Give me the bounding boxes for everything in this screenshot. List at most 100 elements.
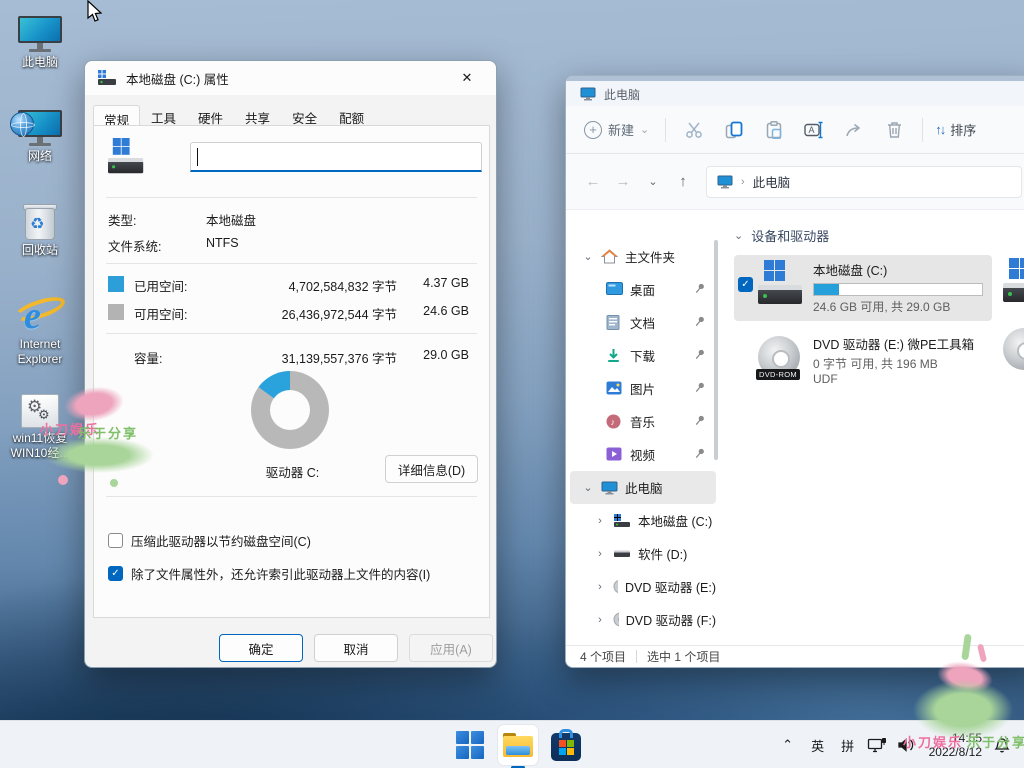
- explorer-tab-this-pc[interactable]: 此电脑: [566, 82, 654, 106]
- internet-explorer-icon: e: [2, 284, 78, 334]
- recent-locations-button[interactable]: ⌄: [638, 175, 668, 188]
- sidebar-item-label: 图片: [630, 379, 655, 398]
- sidebar-item-dvd-drive-e[interactable]: › DVD 驱动器 (E:): [570, 570, 716, 603]
- desktop-icon-this-pc[interactable]: 此电脑: [2, 10, 78, 70]
- forward-button[interactable]: →: [608, 173, 638, 190]
- sidebar-item-documents[interactable]: 文档: [570, 306, 716, 339]
- clock[interactable]: 14:55 2022/8/12: [925, 731, 986, 759]
- index-checkbox-row[interactable]: ✓ 除了文件属性外，还允许索引此驱动器上文件的内容(I): [108, 564, 430, 583]
- tray-time: 14:55: [929, 731, 982, 745]
- check-icon: ✓: [741, 280, 749, 290]
- share-button[interactable]: [834, 115, 874, 144]
- section-header-label: 设备和驱动器: [751, 226, 829, 245]
- explorer-window: 此电脑 + 新建 ⌄: [565, 75, 1024, 668]
- sidebar-scrollbar[interactable]: [714, 240, 718, 460]
- capacity-bytes: 31,139,557,376 字节: [282, 348, 397, 367]
- tray-date: 2022/8/12: [929, 745, 982, 759]
- chevron-right-icon[interactable]: ›: [594, 515, 606, 527]
- desktop-icon-win11-restore[interactable]: ⚙⚙ win11恢复 WIN10经...: [2, 386, 78, 461]
- delete-button[interactable]: [874, 115, 914, 144]
- rename-button[interactable]: A: [794, 115, 834, 145]
- back-button[interactable]: ←: [578, 173, 608, 190]
- apply-button[interactable]: 应用(A): [409, 634, 493, 662]
- notification-center-button[interactable]: z: [990, 732, 1016, 758]
- toolbar-separator: [922, 118, 923, 142]
- compress-checkbox-row[interactable]: 压缩此驱动器以节约磁盘空间(C): [108, 531, 311, 550]
- new-button[interactable]: + 新建 ⌄: [576, 114, 657, 145]
- home-icon: [601, 249, 618, 264]
- selected-checkbox[interactable]: ✓: [738, 277, 753, 292]
- sidebar-item-drive-d[interactable]: › 软件 (D:): [570, 537, 716, 570]
- chevron-down-icon: ⌄: [734, 229, 743, 242]
- sort-button[interactable]: ↑↓ 排序: [935, 120, 976, 139]
- system-drive-icon: [97, 70, 117, 86]
- drive-item-dvd-e[interactable]: DVD-ROM DVD 驱动器 (E:) 微PE工具箱 0 字节 可用, 共 1…: [734, 329, 992, 393]
- sidebar-item-label: 本地磁盘 (C:): [638, 511, 712, 530]
- chevron-right-icon[interactable]: ›: [594, 614, 606, 626]
- address-bar[interactable]: › 此电脑: [706, 166, 1022, 198]
- download-icon: [606, 348, 623, 363]
- cut-button[interactable]: [674, 115, 714, 145]
- chevron-right-icon[interactable]: ›: [594, 581, 606, 593]
- section-devices-and-drives[interactable]: ⌄ 设备和驱动器: [734, 226, 1024, 245]
- chevron-right-icon[interactable]: ›: [594, 548, 606, 560]
- dialog-titlebar[interactable]: 本地磁盘 (C:) 属性 ✕: [85, 61, 496, 95]
- sidebar-item-local-disk-c[interactable]: › 本地磁盘 (C:): [570, 504, 716, 537]
- details-button[interactable]: 详细信息(D): [385, 455, 478, 483]
- taskbar: ⌃ 英 拼 14:55 2022/8/12 z: [0, 720, 1024, 768]
- chevron-down-icon[interactable]: ⌄: [582, 481, 594, 494]
- close-button[interactable]: ✕: [450, 66, 484, 90]
- sidebar-item-music[interactable]: ♪ 音乐: [570, 405, 716, 438]
- free-space-swatch: [108, 304, 124, 320]
- system-drive-icon: [758, 260, 804, 306]
- index-checkbox-label: 除了文件属性外，还允许索引此驱动器上文件的内容(I): [131, 564, 430, 583]
- sidebar-item-label: 下载: [630, 346, 655, 365]
- sidebar-item-desktop[interactable]: 桌面: [570, 273, 716, 306]
- svg-text:A: A: [809, 125, 815, 135]
- volume-label-input[interactable]: [190, 142, 482, 172]
- dialog-button-row: 确定 取消 应用(A): [85, 627, 498, 669]
- up-button[interactable]: ↑: [668, 173, 698, 190]
- chevron-down-icon: ⌄: [640, 123, 649, 136]
- partial-dvd-icon[interactable]: [1003, 328, 1024, 370]
- copy-button[interactable]: [714, 115, 754, 145]
- store-taskbar-button[interactable]: [546, 725, 586, 765]
- explorer-titlebar[interactable]: 此电脑: [566, 76, 1024, 106]
- volume-button[interactable]: [895, 733, 921, 757]
- sidebar-item-this-pc[interactable]: ⌄ 此电脑: [570, 471, 716, 504]
- cancel-button[interactable]: 取消: [314, 634, 398, 662]
- start-button[interactable]: [450, 725, 490, 765]
- drive-item-local-disk-c[interactable]: ✓ 本地磁盘 (C:) 24.6 GB 可用, 共 29.0 GB: [734, 255, 992, 321]
- new-label: 新建: [608, 120, 634, 139]
- desktop-icon-recycle-bin[interactable]: ♻ 回收站: [2, 198, 78, 258]
- sidebar-item-pictures[interactable]: 图片: [570, 372, 716, 405]
- general-tab-page: 类型: 本地磁盘 文件系统: NTFS 已用空间: 4,702,584,832 …: [93, 125, 490, 618]
- show-hidden-icons-button[interactable]: ⌃: [775, 733, 801, 757]
- network-button[interactable]: [865, 733, 891, 758]
- ok-button[interactable]: 确定: [219, 634, 303, 662]
- pin-icon: [695, 315, 706, 328]
- ime-language-pinyin[interactable]: 拼: [835, 732, 861, 759]
- music-icon: ♪: [606, 414, 623, 429]
- desktop-icon-label: 网络: [2, 149, 78, 164]
- notification-bell-icon: z: [992, 736, 1012, 754]
- breadcrumb-item-this-pc[interactable]: 此电脑: [753, 172, 791, 191]
- gears-icon: ⚙⚙: [2, 386, 78, 428]
- pin-icon: [695, 381, 706, 394]
- sidebar-item-dvd-drive-f[interactable]: › DVD 驱动器 (F:): [570, 603, 716, 636]
- pictures-icon: [606, 381, 623, 396]
- ime-language-en[interactable]: 英: [805, 732, 831, 759]
- type-value: 本地磁盘: [206, 210, 256, 229]
- file-explorer-taskbar-button[interactable]: [498, 725, 538, 765]
- sidebar-item-videos[interactable]: 视频: [570, 438, 716, 471]
- partial-drive-icon[interactable]: [1003, 258, 1024, 304]
- desktop-icon-network[interactable]: 网络: [2, 104, 78, 164]
- desktop-icon-internet-explorer[interactable]: e Internet Explorer: [2, 284, 78, 367]
- chevron-down-icon[interactable]: ⌄: [582, 250, 594, 263]
- paste-button[interactable]: [754, 115, 794, 145]
- compress-checkbox[interactable]: [108, 533, 123, 548]
- sidebar-item-downloads[interactable]: 下载: [570, 339, 716, 372]
- index-checkbox[interactable]: ✓: [108, 566, 123, 581]
- sidebar-item-home[interactable]: ⌄ 主文件夹: [570, 240, 716, 273]
- content-pane: ⌄ 设备和驱动器 ✓ 本地磁盘 (C:) 24.6 GB 可用, 共 29.0 …: [720, 210, 1024, 645]
